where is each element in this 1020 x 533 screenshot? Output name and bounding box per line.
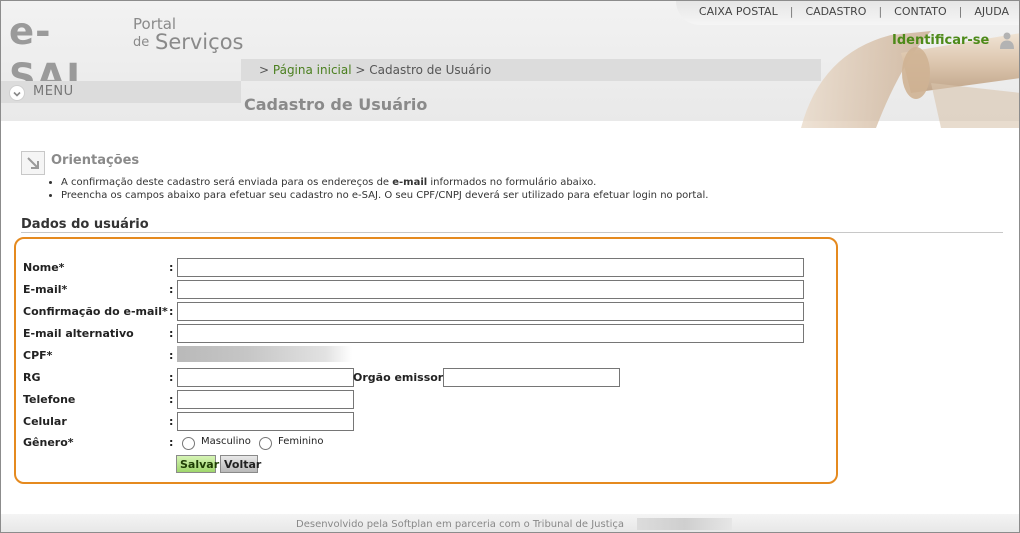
radio-feminino-label: Feminino [278,436,324,447]
menu-toggle-button[interactable] [9,85,25,101]
email-confirm-label: Confirmação do e-mail* [23,305,168,318]
section-divider [21,232,1003,233]
orientations-list: A confirmação deste cadastro será enviad… [49,176,708,202]
email-label: E-mail* [23,283,68,296]
orgao-emissor-input[interactable] [443,368,620,387]
telefone-label: Telefone [23,393,76,406]
rg-label: RG [23,371,41,384]
celular-label: Celular [23,415,67,428]
breadcrumb-separator: > [355,63,366,77]
breadcrumb: > Página inicial > Cadastro de Usuário [259,63,491,77]
back-button[interactable]: Voltar [220,455,261,473]
cpf-value-redacted [177,346,352,362]
logo-servicos-text: Serviços [155,30,244,54]
rg-input[interactable] [177,368,354,387]
section-title: Dados do usuário [21,217,149,232]
footer-redacted [637,518,732,530]
orientations-title: Orientações [51,153,140,168]
chevron-down-icon [13,91,21,97]
nav-cadastro[interactable]: CADASTRO [805,5,866,18]
email-confirm-input[interactable] [177,302,804,321]
telefone-input[interactable] [177,390,354,409]
breadcrumb-prefix: > [259,63,270,77]
arrow-down-right-icon [21,151,45,175]
nav-separator: | [958,5,963,18]
colon: : [169,305,174,318]
colon: : [169,371,174,384]
nav-ajuda[interactable]: AJUDA [974,5,1009,18]
user-icon[interactable] [998,31,1016,49]
orientation-item: A confirmação deste cadastro será enviad… [61,176,708,189]
colon: : [169,283,174,296]
colon: : [169,349,174,362]
footer-text: Desenvolvido pela Softplan em parceria c… [296,519,625,530]
breadcrumb-current: Cadastro de Usuário [369,63,492,77]
nav-separator: | [878,5,883,18]
nav-contato[interactable]: CONTATO [894,5,946,18]
page-title: Cadastro de Usuário [244,95,428,114]
genero-label: Gênero* [23,436,74,449]
orientation-item: Preencha os campos abaixo para efetuar s… [61,189,708,202]
radio-feminino[interactable] [259,437,272,450]
email-alt-input[interactable] [177,324,804,343]
nome-label: Nome* [23,261,65,274]
colon: : [169,393,174,406]
colon: : [169,327,174,340]
radio-masculino[interactable] [182,437,195,450]
top-navigation: CAIXA POSTAL | CADASTRO | CONTATO | AJUDA [699,5,1009,18]
save-button[interactable]: Salvar [176,455,219,473]
menu-label[interactable]: MENU [33,84,74,99]
nome-input[interactable] [177,258,804,277]
email-input[interactable] [177,280,804,299]
nav-separator: | [789,5,794,18]
email-alt-label: E-mail alternativo [23,327,134,340]
browser-frame: e-SAJ Portal de Serviços CAIXA POSTAL | CA… [0,0,1020,533]
nav-caixa-postal[interactable]: CAIXA POSTAL [699,5,778,18]
radio-masculino-label: Masculino [201,436,251,447]
colon: : [169,261,174,274]
colon: : [169,415,174,428]
celular-input[interactable] [177,412,354,431]
breadcrumb-home-link[interactable]: Página inicial [273,63,352,77]
colon: : [169,436,174,449]
logo-de-text: de [133,35,150,50]
cpf-label: CPF* [23,349,53,362]
identify-link[interactable]: Identificar-se [892,33,989,48]
orgao-emissor-label: Orgão emissor: [353,371,448,384]
